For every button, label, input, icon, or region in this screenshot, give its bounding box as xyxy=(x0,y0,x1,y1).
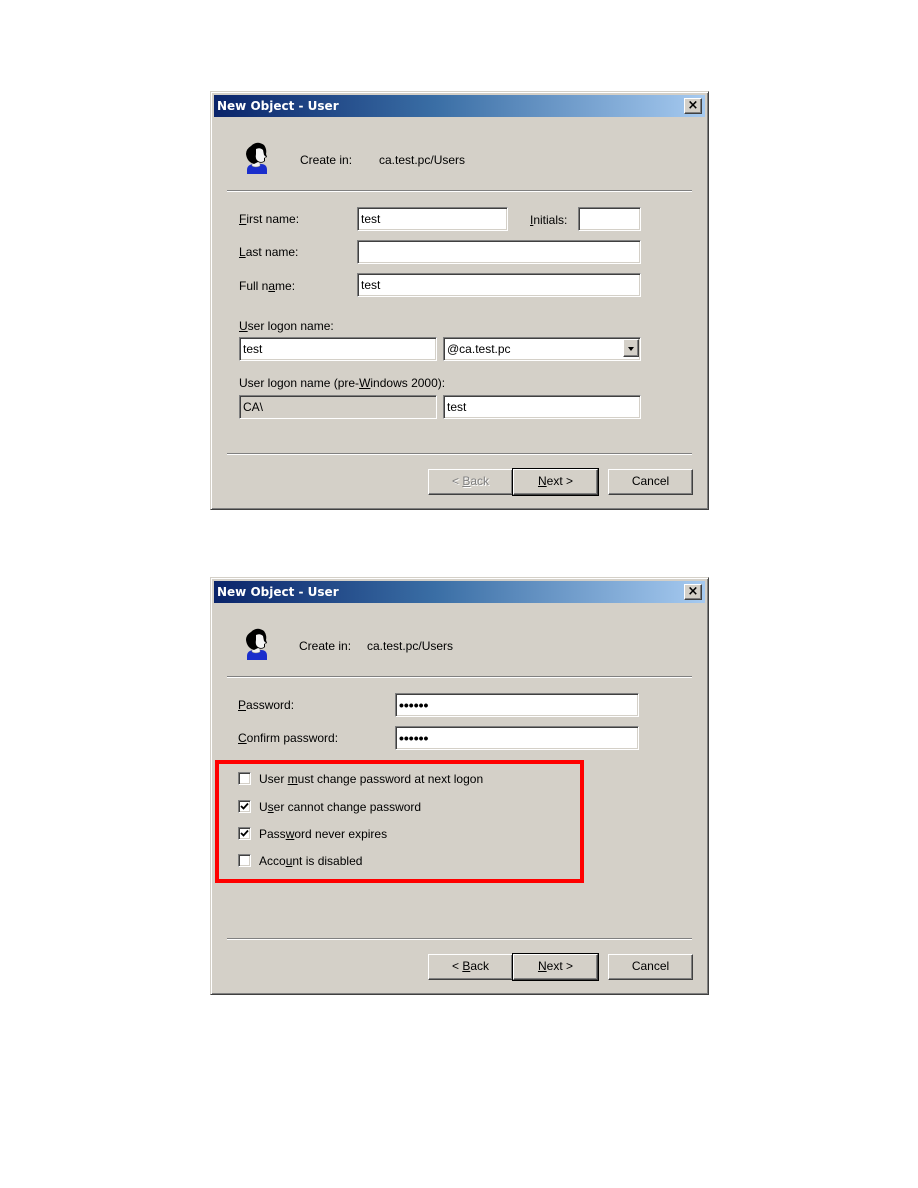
dialog-title: New Object - User xyxy=(217,585,339,599)
last-name-input[interactable] xyxy=(357,240,641,264)
cancel-button[interactable]: Cancel xyxy=(608,469,693,495)
checkbox-cannot-change-password[interactable] xyxy=(238,800,251,813)
next-button[interactable]: Next > xyxy=(512,953,599,981)
password-input[interactable]: •••••• xyxy=(395,693,639,717)
pre2000-domain-field: CA\ xyxy=(239,395,437,419)
close-button[interactable]: × xyxy=(684,98,702,114)
last-name-label: Last name: xyxy=(239,245,299,259)
logon-name-label: User logon name: xyxy=(239,319,334,333)
back-button[interactable]: < Back xyxy=(428,954,513,980)
first-name-label: First name: xyxy=(239,212,300,226)
create-in-value: ca.test.pc/Users xyxy=(379,153,466,167)
create-in-label: Create in: xyxy=(300,153,353,167)
close-button[interactable]: × xyxy=(684,584,702,600)
pre2000-label: User logon name (pre-Windows 2000): xyxy=(239,376,446,390)
option-label: Password never expires xyxy=(259,827,388,841)
upn-suffix-select[interactable]: @ca.test.pc xyxy=(443,337,641,361)
checkmark-icon xyxy=(240,829,249,837)
first-name-input[interactable]: test xyxy=(357,207,508,231)
chevron-down-icon[interactable] xyxy=(623,339,639,357)
option-label: User cannot change password xyxy=(259,800,422,814)
user-icon xyxy=(241,140,271,179)
create-in-value: ca.test.pc/Users xyxy=(367,639,454,653)
header-separator xyxy=(227,676,692,678)
full-name-label: Full name: xyxy=(239,279,296,293)
pre2000-name-input[interactable]: test xyxy=(443,395,641,419)
new-user-dialog-password-step: New Object - User × Create in: ca.test.p… xyxy=(210,577,709,995)
initials-input[interactable] xyxy=(578,207,641,231)
password-label: Password: xyxy=(238,698,295,712)
title-bar: New Object - User × xyxy=(214,581,705,603)
new-user-dialog-name-step: New Object - User × Create in: ca.test.p… xyxy=(210,91,709,510)
confirm-password-label: Confirm password: xyxy=(238,731,339,745)
back-button[interactable]: < Back xyxy=(428,469,513,495)
upn-suffix-value: @ca.test.pc xyxy=(447,342,511,356)
dialog-title: New Object - User xyxy=(217,99,339,113)
footer-separator xyxy=(227,938,692,940)
checkbox-password-never-expires[interactable] xyxy=(238,827,251,840)
footer-separator xyxy=(227,453,692,455)
next-button[interactable]: Next > xyxy=(512,468,599,496)
logon-name-input[interactable]: test xyxy=(239,337,437,361)
checkbox-account-disabled[interactable] xyxy=(238,854,251,867)
option-label: User must change password at next logon xyxy=(259,772,484,786)
full-name-input[interactable]: test xyxy=(357,273,641,297)
confirm-password-input[interactable]: •••••• xyxy=(395,726,639,750)
checkmark-icon xyxy=(240,802,249,810)
initials-label: Initials: xyxy=(530,213,568,227)
user-icon xyxy=(241,626,271,665)
option-label: Account is disabled xyxy=(259,854,363,868)
close-icon: × xyxy=(687,584,699,599)
cancel-button[interactable]: Cancel xyxy=(608,954,693,980)
title-bar: New Object - User × xyxy=(214,95,705,117)
checkbox-must-change-password[interactable] xyxy=(238,772,251,785)
create-in-label: Create in: xyxy=(299,639,352,653)
header-separator xyxy=(227,190,692,192)
close-icon: × xyxy=(687,98,699,113)
